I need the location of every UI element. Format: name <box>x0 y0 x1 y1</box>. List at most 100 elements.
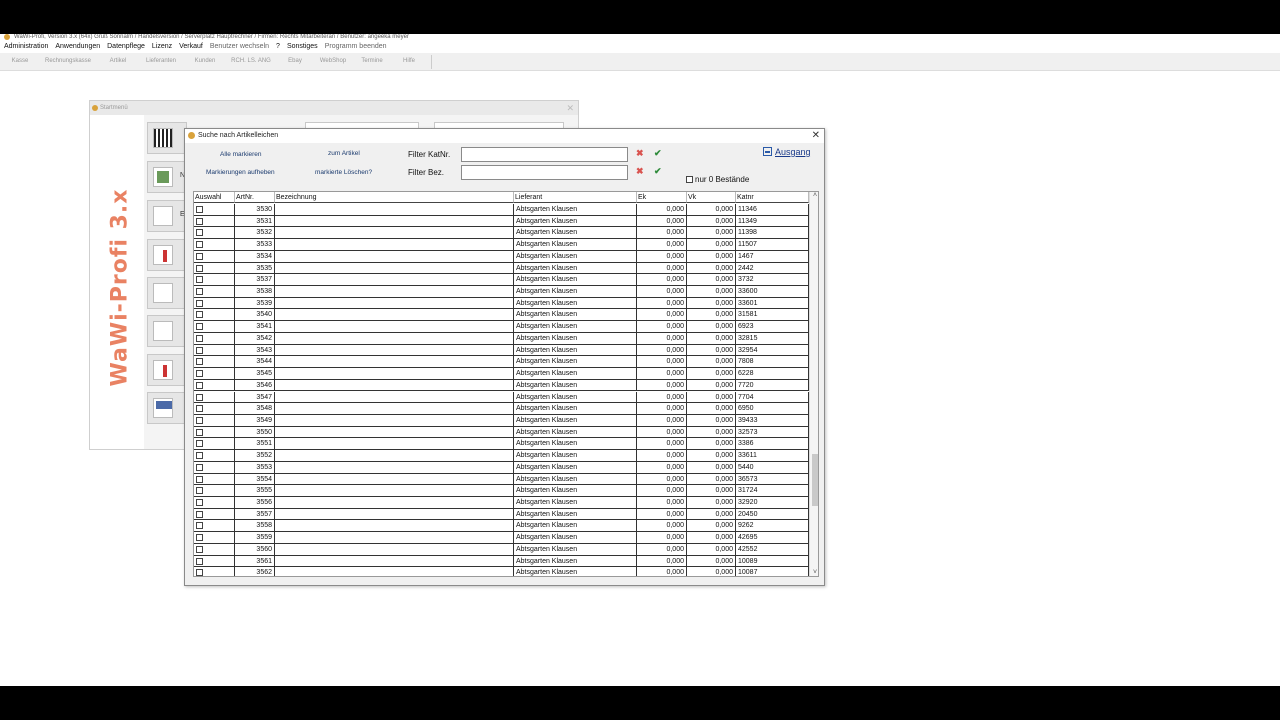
table-row[interactable]: 3552 Abtsgarten Klausen 0,000 0,000 33611 <box>194 450 809 462</box>
row-checkbox[interactable] <box>196 346 203 354</box>
toolbar-button[interactable]: WebShop <box>314 53 352 71</box>
menu-item[interactable]: Benutzer wechseln <box>210 43 269 50</box>
auswahl-cell[interactable] <box>194 204 235 216</box>
filter-bez-input[interactable] <box>461 165 628 180</box>
scrollbar-thumb[interactable] <box>812 454 818 506</box>
row-checkbox[interactable] <box>196 522 203 530</box>
menu-item[interactable]: Datenpflege <box>107 43 145 50</box>
auswahl-cell[interactable] <box>194 543 235 556</box>
toolbar-button[interactable]: Hilfe <box>392 53 426 71</box>
menu-item[interactable]: Sonstiges <box>287 43 318 50</box>
row-checkbox[interactable] <box>196 252 203 260</box>
table-row[interactable]: 3558 Abtsgarten Klausen 0,000 0,000 9262 <box>194 520 809 533</box>
row-checkbox[interactable] <box>196 264 203 272</box>
column-header[interactable]: Katnr <box>736 192 809 203</box>
auswahl-cell[interactable] <box>194 391 235 404</box>
table-row[interactable]: 3533 Abtsgarten Klausen 0,000 0,000 11507 <box>194 239 809 251</box>
apply-filter-katnr-icon[interactable]: ✔ <box>654 148 662 159</box>
table-row[interactable]: 3542 Abtsgarten Klausen 0,000 0,000 32815 <box>194 332 809 345</box>
startmenu-button-report[interactable] <box>147 354 187 386</box>
table-row[interactable]: 3547 Abtsgarten Klausen 0,000 0,000 7704 <box>194 391 809 404</box>
row-checkbox[interactable] <box>196 358 203 366</box>
menu-item[interactable]: Verkauf <box>179 43 203 50</box>
auswahl-cell[interactable] <box>194 227 235 240</box>
auswahl-cell[interactable] <box>194 215 235 228</box>
column-header[interactable]: Ek <box>637 192 687 203</box>
toolbar-button[interactable]: Artikel <box>100 53 136 71</box>
clear-filter-katnr-icon[interactable]: ✖ <box>636 148 644 159</box>
startmenu-button-schedule[interactable] <box>147 315 187 347</box>
auswahl-cell[interactable] <box>194 473 235 486</box>
startmenu-button-price[interactable]: Ei <box>147 200 187 232</box>
column-header[interactable]: Vk <box>687 192 736 203</box>
table-row[interactable]: 3553 Abtsgarten Klausen 0,000 0,000 5440 <box>194 461 809 474</box>
table-row[interactable]: 3559 Abtsgarten Klausen 0,000 0,000 42695 <box>194 532 809 544</box>
startmenu-button-new[interactable]: N <box>147 161 187 193</box>
scroll-down-icon[interactable]: ˅ <box>810 569 818 576</box>
auswahl-cell[interactable] <box>194 321 235 333</box>
auswahl-cell[interactable] <box>194 520 235 533</box>
auswahl-cell[interactable] <box>194 438 235 451</box>
column-header[interactable]: ArtNr. <box>235 192 275 203</box>
toolbar-button[interactable]: Rechnungskasse <box>38 53 98 71</box>
auswahl-cell[interactable] <box>194 414 235 427</box>
markierungen-aufheben-link[interactable]: Markierungen aufheben <box>206 169 275 176</box>
table-row[interactable]: 3541 Abtsgarten Klausen 0,000 0,000 6923 <box>194 321 809 333</box>
auswahl-cell[interactable] <box>194 485 235 497</box>
auswahl-cell[interactable] <box>194 461 235 474</box>
startmenu-button-calendar[interactable] <box>147 392 187 424</box>
auswahl-cell[interactable] <box>194 426 235 439</box>
toolbar-button[interactable]: RCH. LS. ANG <box>226 53 276 71</box>
auswahl-cell[interactable] <box>194 332 235 345</box>
table-row[interactable]: 3539 Abtsgarten Klausen 0,000 0,000 33601 <box>194 297 809 310</box>
row-checkbox[interactable] <box>196 499 203 506</box>
startmenu-button-barcode[interactable] <box>147 122 187 154</box>
column-header[interactable]: Bezeichnung <box>275 192 514 203</box>
table-row[interactable]: 3555 Abtsgarten Klausen 0,000 0,000 31724 <box>194 485 809 497</box>
row-checkbox[interactable] <box>196 557 203 565</box>
row-checkbox[interactable] <box>196 299 203 307</box>
markierte-loeschen-link[interactable]: markierte Löschen? <box>315 169 372 176</box>
row-checkbox[interactable] <box>196 416 203 424</box>
table-row[interactable]: 3549 Abtsgarten Klausen 0,000 0,000 39433 <box>194 414 809 427</box>
table-row[interactable]: 3550 Abtsgarten Klausen 0,000 0,000 32573 <box>194 426 809 439</box>
row-checkbox[interactable] <box>196 311 203 319</box>
row-checkbox[interactable] <box>196 381 203 389</box>
auswahl-cell[interactable] <box>194 286 235 298</box>
table-row[interactable]: 3532 Abtsgarten Klausen 0,000 0,000 11398 <box>194 227 809 240</box>
startmenu-button-list[interactable] <box>147 277 187 309</box>
auswahl-cell[interactable] <box>194 309 235 322</box>
row-checkbox[interactable] <box>196 463 203 471</box>
auswahl-cell[interactable] <box>194 567 235 576</box>
auswahl-cell[interactable] <box>194 508 235 521</box>
table-row[interactable]: 3557 Abtsgarten Klausen 0,000 0,000 20450 <box>194 508 809 521</box>
row-checkbox[interactable] <box>196 428 203 436</box>
table-row[interactable]: 3530 Abtsgarten Klausen 0,000 0,000 11346 <box>194 204 809 216</box>
column-header[interactable]: Lieferant <box>514 192 637 203</box>
row-checkbox[interactable] <box>196 276 203 284</box>
filter-katnr-input[interactable] <box>461 147 628 162</box>
row-checkbox[interactable] <box>196 545 203 553</box>
row-checkbox[interactable] <box>196 393 203 401</box>
row-checkbox[interactable] <box>196 487 203 495</box>
auswahl-cell[interactable] <box>194 297 235 310</box>
close-icon[interactable]: ✕ <box>812 129 820 143</box>
startmenu-button-invoice[interactable] <box>147 239 187 271</box>
auswahl-cell[interactable] <box>194 356 235 369</box>
table-row[interactable]: 3561 Abtsgarten Klausen 0,000 0,000 10089 <box>194 555 809 568</box>
auswahl-cell[interactable] <box>194 344 235 357</box>
table-row[interactable]: 3556 Abtsgarten Klausen 0,000 0,000 32920 <box>194 497 809 509</box>
auswahl-cell[interactable] <box>194 532 235 544</box>
toolbar-button[interactable]: Kasse <box>4 53 36 71</box>
row-checkbox[interactable] <box>196 323 203 331</box>
table-row[interactable]: 3544 Abtsgarten Klausen 0,000 0,000 7808 <box>194 356 809 369</box>
auswahl-cell[interactable] <box>194 274 235 286</box>
table-row[interactable]: 3537 Abtsgarten Klausen 0,000 0,000 3732 <box>194 274 809 286</box>
auswahl-cell[interactable] <box>194 250 235 263</box>
auswahl-cell[interactable] <box>194 368 235 380</box>
checkbox-icon[interactable] <box>686 176 693 183</box>
table-row[interactable]: 3560 Abtsgarten Klausen 0,000 0,000 42552 <box>194 543 809 556</box>
row-checkbox[interactable] <box>196 440 203 448</box>
row-checkbox[interactable] <box>196 288 203 296</box>
menu-item[interactable]: Anwendungen <box>55 43 100 50</box>
